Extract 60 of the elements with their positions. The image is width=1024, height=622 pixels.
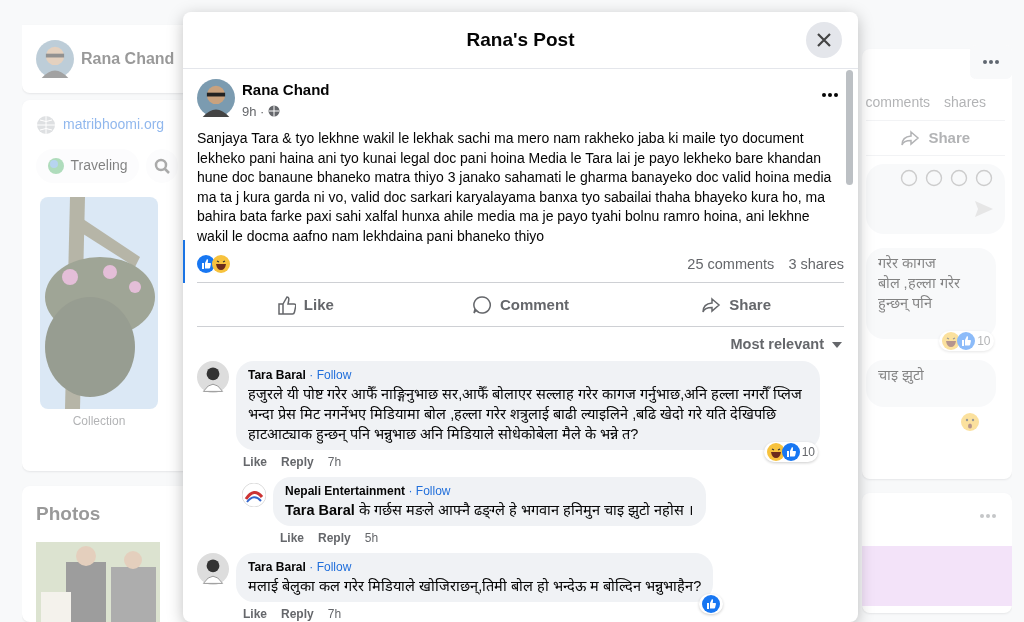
- profile-name[interactable]: Rana Chand: [81, 47, 175, 72]
- comment-text: Tara Baral के गर्छस मङले आफ्नै ढङ्ग्ले हे भगवान हनिमुन चाइ झुटो नहोस ।: [285, 500, 695, 520]
- comment-count[interactable]: 25 comments: [687, 253, 775, 276]
- share-button[interactable]: Share: [628, 286, 844, 323]
- like-reaction-icon: [781, 442, 800, 461]
- modal-title: Rana's Post: [466, 27, 575, 52]
- search-icon: [154, 157, 171, 174]
- like-link[interactable]: Like: [243, 604, 267, 622]
- like-reaction-icon: [957, 332, 976, 350]
- reply-link[interactable]: Reply: [281, 452, 314, 471]
- globe-icon: [267, 105, 280, 118]
- comment-input[interactable]: [865, 164, 1005, 234]
- post-text: Sanjaya Tara & tyo lekhne wakil le lekhak sachi ma mero nam rakheko jaba ki maile tyo document lekheko pani haina ani tyo kunai legal doc pani hoina Media le Tara lai je payo lekheko bare khandan hune doc banaune bhaneko matra thiyo 3 janako sahamati le gharma banayeko doc valid hoina media ma ta j kura garda ni vo, valid doc sarkari karyalayama banxa tyo sabailai thaha bhayeko kura ho, ma bahira bata farke paxi sahi xalfal hunxa ahile media ma je payo tyahi bolnu ramro hoina, ani lekhne wakil le docma aafno nam lekhdaina pani bhaneko thiyo: [197, 129, 833, 246]
- commenter-name[interactable]: Tara Baral: [248, 557, 306, 576]
- section-title: Photos: [36, 501, 102, 526]
- close-button[interactable]: [806, 22, 842, 58]
- scrollbar-thumb[interactable]: [846, 70, 853, 185]
- reaction-summary[interactable]: 10: [763, 441, 818, 462]
- wow-reaction-icon: [960, 413, 979, 431]
- commenter-name[interactable]: Nepali Entertainment: [285, 481, 406, 500]
- comment-icon: [471, 294, 492, 315]
- comment-text: गरेर कागज बोल ,हल्ला गरेर हुन्छन् पनि: [877, 254, 961, 313]
- avatar: [36, 40, 74, 79]
- comment-button[interactable]: Comment: [412, 286, 629, 323]
- share-count[interactable]: 3 shares: [788, 253, 844, 276]
- comment-time[interactable]: 7h: [327, 604, 342, 622]
- like-icon: [275, 294, 296, 315]
- follow-link[interactable]: · Follow: [309, 557, 352, 576]
- like-reaction-icon: [702, 594, 721, 613]
- follow-link[interactable]: · Follow: [309, 365, 352, 384]
- like-link[interactable]: Like: [243, 452, 267, 471]
- avatar: [242, 482, 266, 507]
- share-icon: [900, 128, 921, 148]
- avatar: [197, 360, 229, 393]
- close-icon: [817, 33, 831, 47]
- avatar: [197, 79, 235, 117]
- commenter-name[interactable]: Tara Baral: [248, 365, 306, 384]
- like-link[interactable]: Like: [280, 528, 304, 547]
- laughing-reaction-icon: [766, 442, 785, 461]
- comment-time[interactable]: 5h: [364, 528, 379, 547]
- photo-caption: Collection: [71, 413, 127, 431]
- avatar: [197, 552, 229, 585]
- sort-dropdown[interactable]: Most relevant: [724, 330, 848, 359]
- reply-link[interactable]: Reply: [318, 528, 351, 547]
- globe-icon: [47, 157, 64, 174]
- comment-text: हजुरले यी पोष्ट गरेर आफैँ नाङ्गिनुभाछ सर,आफैँ बोलाएर सल्लाह गरेर कागज गर्नुभाछ,अनि हल्ला नगरौँ प्लिज भन्दा प्रेस मिट नगर्नेभए मिडियामा बोल ,हल्ला गरेर शत्रुलाई बाढी ल्याइलिने ,बढि खेदो गरे यति देखिपछि हाटआट्याक हुन्छन् पनि भन्नुभाछ अनि मिडियाले सोधेकोबेला मैले के भन्ने त?: [248, 384, 804, 444]
- comment-text: मलाई बेलुका कल गरेर मिडियाले खोजिराछन्,तिमी बोल हो भन्देऊ म बोल्दिन भन्नुभाहैन?: [248, 576, 702, 596]
- comment-text: चाइ झुटो: [877, 366, 925, 385]
- more-icon[interactable]: [822, 93, 838, 97]
- author-name[interactable]: Rana Chand: [242, 79, 330, 102]
- like-button[interactable]: Like: [197, 286, 413, 323]
- follow-link[interactable]: · Follow: [408, 481, 451, 500]
- comment-time[interactable]: 7h: [327, 452, 342, 471]
- globe-icon: [36, 114, 56, 135]
- reply-link[interactable]: Reply: [281, 604, 314, 622]
- laughing-reaction-icon: [212, 255, 230, 274]
- focus-indicator: [183, 240, 185, 283]
- caret-icon: [832, 341, 842, 348]
- post-time[interactable]: 9h ·: [242, 101, 265, 121]
- reaction-summary[interactable]: [197, 255, 230, 274]
